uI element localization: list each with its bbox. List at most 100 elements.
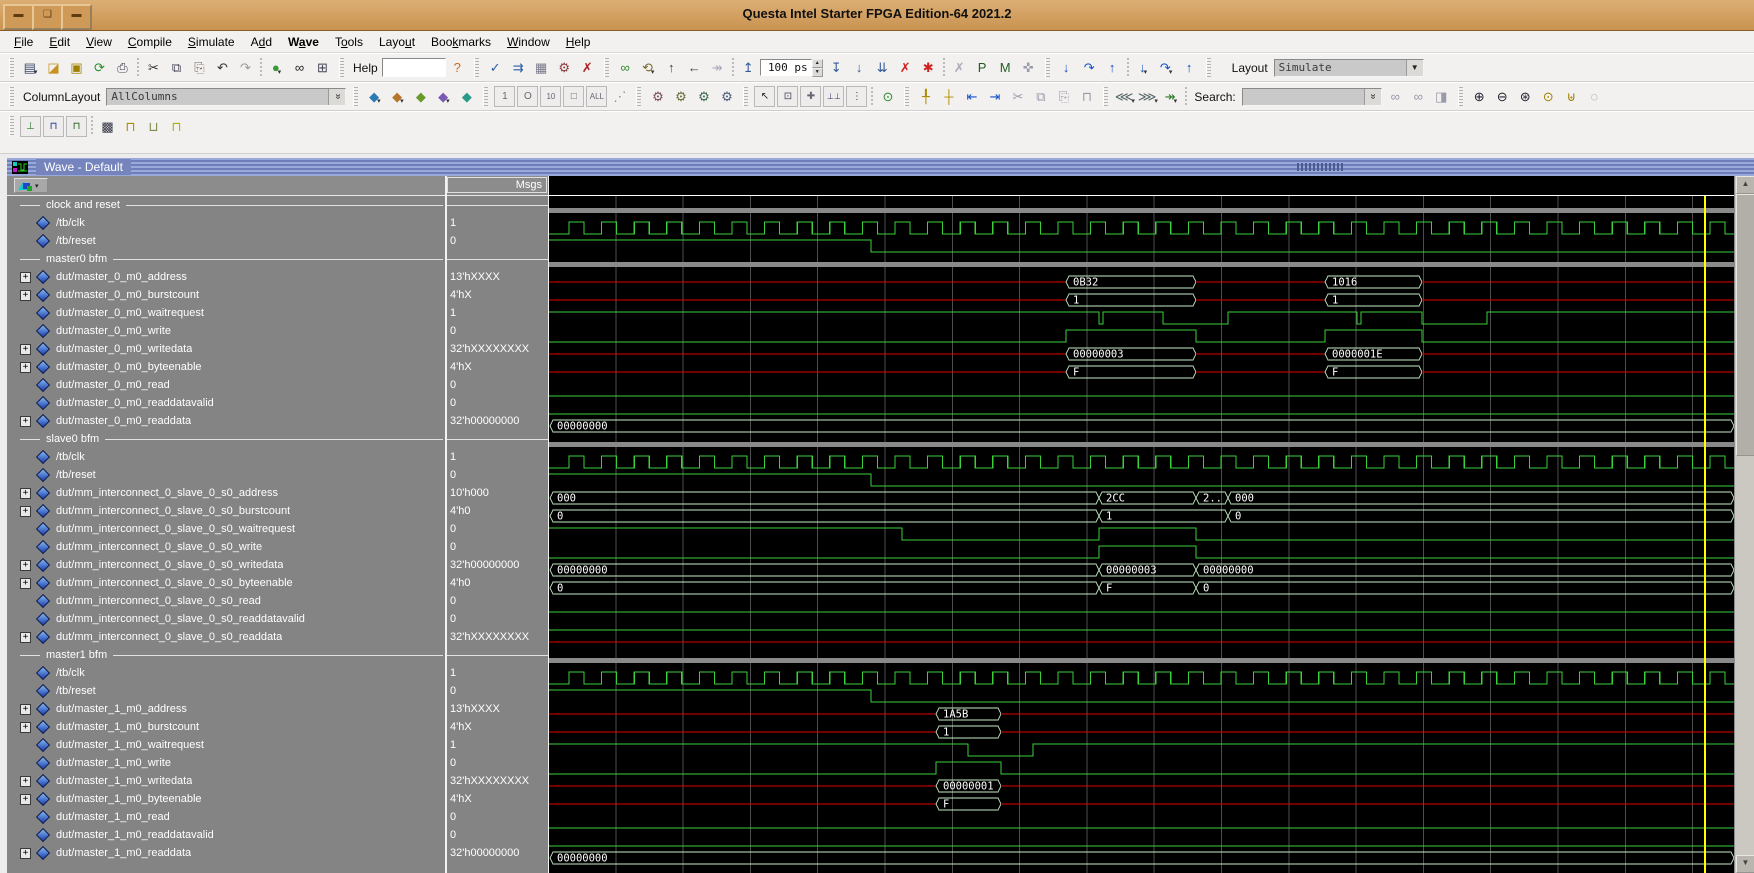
vertical-scrollbar[interactable]: ▲ ▼ <box>1734 176 1754 873</box>
compile-icon[interactable]: ✓ <box>485 57 506 78</box>
step-over-current-icon[interactable]: ↷ ▾ <box>1156 57 1177 78</box>
signal-row-dut-mm-interconnect-0-slave-0-s0-read[interactable]: +dut/mm_interconnect_0_slave_0_s0_read <box>7 592 445 610</box>
next-event-icon[interactable]: ⋙ ▾ <box>1137 86 1158 107</box>
zoom-cursor-icon[interactable]: ⊙ <box>1538 86 1559 107</box>
column-splitter-names[interactable] <box>445 176 447 873</box>
radix-binary-icon[interactable]: 1 <box>494 86 516 107</box>
window-titlebar[interactable]: ▬ ❏ ▬ Questa Intel Starter FPGA Edition-… <box>0 0 1754 31</box>
expand-button[interactable]: + <box>20 577 31 589</box>
toolbar-grip[interactable] <box>9 57 14 78</box>
new-file-icon[interactable]: ▤ ▾ <box>20 57 41 78</box>
layout-combo-dropdown[interactable]: ▼ <box>1405 59 1423 76</box>
cursor-mode-icon[interactable]: ⊥⊥ <box>823 86 845 107</box>
signal-row-dut-master-0-m0-address[interactable]: + dut/master_0_m0_address <box>7 268 445 286</box>
cut-icon[interactable]: ✂ <box>143 57 164 78</box>
expand-button[interactable]: + <box>20 487 31 499</box>
step-into-current-icon[interactable]: ↓ ▾ <box>1133 57 1154 78</box>
group-divider-master1-bfm[interactable]: master1 bfm <box>7 646 445 664</box>
wave-insert-pulse-icon[interactable]: ⊓ <box>1076 86 1097 107</box>
toolbar-grip[interactable] <box>1205 57 1211 78</box>
radix-hex-icon[interactable]: □ <box>563 86 585 107</box>
signal-row-dut-master-1-m0-waitrequest[interactable]: +dut/master_1_m0_waitrequest <box>7 736 445 754</box>
expand-button[interactable]: + <box>20 703 31 715</box>
expand-button[interactable]: + <box>20 271 31 283</box>
delete-cursor-icon[interactable]: ┼ <box>938 86 959 107</box>
signal-row-dut-mm-interconnect-0-slave-0-s0-readdatavalid[interactable]: +dut/mm_interconnect_0_slave_0_s0_readda… <box>7 610 445 628</box>
menu-bookmarks[interactable]: Bookmarks <box>423 33 499 51</box>
help-search-icon[interactable]: ? <box>447 57 468 78</box>
redo-icon[interactable]: ↷ <box>235 57 256 78</box>
signal-row--tb-clk[interactable]: +/tb/clk <box>7 664 445 682</box>
run-length-field[interactable]: 100 ps <box>759 59 812 76</box>
signal-row-dut-mm-interconnect-0-slave-0-s0-writedata[interactable]: + dut/mm_interconnect_0_slave_0_s0_writed… <box>7 556 445 574</box>
toolbar-grip[interactable] <box>1044 57 1050 78</box>
signal-row--tb-reset[interactable]: +/tb/reset <box>7 232 445 250</box>
kill-icon[interactable]: ✗ <box>949 57 970 78</box>
open-folder-icon[interactable]: ◪ <box>43 57 64 78</box>
search-forward-icon[interactable]: ∞ <box>1408 86 1429 107</box>
toolbar-grip[interactable] <box>1457 86 1463 107</box>
expand-button[interactable]: + <box>20 415 31 427</box>
expanded-time-off-icon[interactable]: ⊥ <box>20 116 41 137</box>
expand-button[interactable]: + <box>20 343 31 355</box>
waveform-area[interactable]: 0B32 1016 1 1 00000003 0000001E F F 00000000 000 2… <box>549 176 1734 873</box>
wave-preferences-icon[interactable]: ⚙ <box>693 86 714 107</box>
toolbar-grip[interactable] <box>743 86 749 107</box>
signal-row--tb-reset[interactable]: +/tb/reset <box>7 466 445 484</box>
search-options-icon[interactable]: ◨ <box>1431 86 1452 107</box>
expanded-time-events-icon[interactable]: ⊓ <box>66 116 87 137</box>
add-to-watch-icon[interactable]: ◆ <box>456 86 477 107</box>
run-all-icon[interactable]: ⇊ <box>872 57 893 78</box>
signal-row-dut-mm-interconnect-0-slave-0-s0-readdata[interactable]: + dut/mm_interconnect_0_slave_0_s0_readda… <box>7 628 445 646</box>
pause-hand-icon[interactable]: ✜ <box>1018 57 1039 78</box>
menu-layout[interactable]: Layout <box>371 33 423 51</box>
next-transition-icon[interactable]: ⇥ <box>984 86 1005 107</box>
search-combo[interactable]: » <box>1241 87 1382 106</box>
toolbar-grip[interactable] <box>9 86 14 107</box>
signal-row-dut-master-0-m0-waitrequest[interactable]: +dut/master_0_m0_waitrequest <box>7 304 445 322</box>
wave-window-header[interactable]: Wave - Default <box>7 158 1754 176</box>
waveform-canvas[interactable]: 0B32 10161 100000003 0000001EF F00000000000 2… <box>549 196 1734 873</box>
signal-row-dut-master-0-m0-writedata[interactable]: + dut/master_0_m0_writedata <box>7 340 445 358</box>
add-to-list-icon[interactable]: ◆ ▾ <box>387 86 408 107</box>
event-traverse-icon[interactable]: ↠ ▾ <box>1160 86 1181 107</box>
signal-row-dut-mm-interconnect-0-slave-0-s0-byteenable[interactable]: + dut/mm_interconnect_0_slave_0_s0_byteen… <box>7 574 445 592</box>
search-combo-dropdown[interactable]: » <box>1363 88 1381 105</box>
expand-hierarchy-icon[interactable]: ⊞ <box>312 57 333 78</box>
toolbar-grip[interactable] <box>603 57 609 78</box>
toolbar-grip[interactable] <box>473 57 479 78</box>
signal-row--tb-reset[interactable]: +/tb/reset <box>7 682 445 700</box>
columnlayout-combo-dropdown[interactable]: » <box>328 88 346 105</box>
radix-octal-icon[interactable]: O <box>517 86 539 107</box>
radix-ascii-icon[interactable]: ALL <box>586 86 608 107</box>
stop-wave-drawing-icon[interactable]: ⊙ <box>877 86 898 107</box>
radix-global-icon[interactable]: ⋰ <box>609 86 630 107</box>
signal-row-dut-master-0-m0-burstcount[interactable]: + dut/master_0_m0_burstcount <box>7 286 445 304</box>
zoom-full-icon[interactable]: ⊛ <box>1515 86 1536 107</box>
signal-row-dut-master-1-m0-writedata[interactable]: + dut/master_1_m0_writedata <box>7 772 445 790</box>
menu-tools[interactable]: Tools <box>327 33 371 51</box>
help-input[interactable] <box>381 58 446 77</box>
signal-row-dut-mm-interconnect-0-slave-0-s0-waitrequest[interactable]: +dut/mm_interconnect_0_slave_0_s0_waitre… <box>7 520 445 538</box>
step-over-icon[interactable]: ↷ <box>1079 57 1100 78</box>
expand-button[interactable]: + <box>20 559 31 571</box>
zoom-box-mode-icon[interactable]: ⊡ <box>777 86 799 107</box>
break-icon[interactable]: ✗ <box>895 57 916 78</box>
run-continue-icon[interactable]: ↓ <box>849 57 870 78</box>
menu-file[interactable]: File <box>6 33 41 51</box>
sample-window-icon[interactable]: ▩ <box>97 116 118 137</box>
group-divider-clock-and-reset[interactable]: clock and reset <box>7 196 445 214</box>
link-environment-icon[interactable]: ∞ <box>615 57 636 78</box>
signal-row-dut-master-1-m0-address[interactable]: + dut/master_1_m0_address <box>7 700 445 718</box>
signal-row-dut-master-0-m0-byteenable[interactable]: + dut/master_0_m0_byteenable <box>7 358 445 376</box>
toolbar-grip[interactable] <box>1103 86 1109 107</box>
expand-button[interactable]: + <box>20 775 31 787</box>
signal-row--tb-clk[interactable]: +/tb/clk <box>7 214 445 232</box>
expand-button[interactable]: + <box>20 289 31 301</box>
expand-time-at-cursor-icon[interactable]: ⊓ <box>120 116 141 137</box>
compare-run-icon[interactable]: ⚙ <box>647 86 668 107</box>
zoom-mode-icon[interactable]: ◌ <box>1584 86 1605 107</box>
menu-view[interactable]: View <box>78 33 120 51</box>
radix-decimal-icon[interactable]: 10 <box>540 86 562 107</box>
menu-simulate[interactable]: Simulate <box>180 33 243 51</box>
